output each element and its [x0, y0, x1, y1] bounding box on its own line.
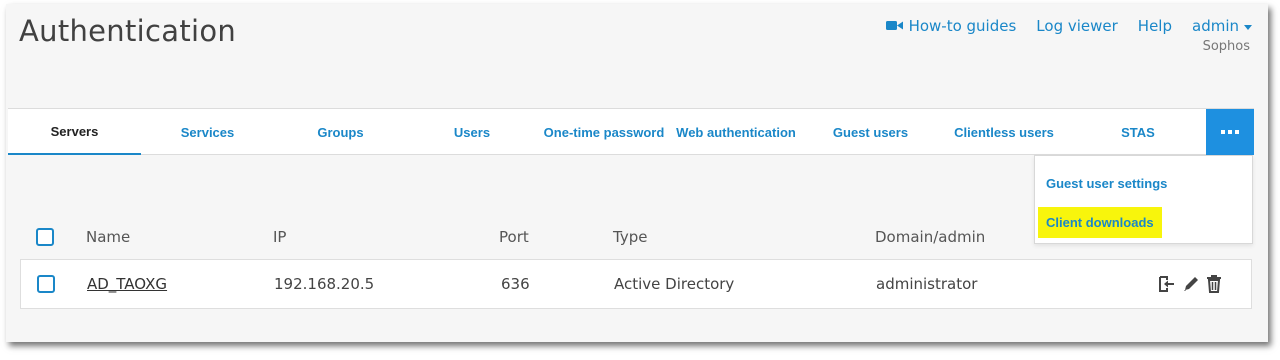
tab-stas[interactable]: STAS [1072, 109, 1204, 155]
tab-users[interactable]: Users [407, 109, 537, 155]
tab-guest-users[interactable]: Guest users [805, 109, 936, 155]
tab-servers[interactable]: Servers [8, 109, 141, 155]
server-type: Active Directory [614, 275, 735, 293]
menu-item-guest-user-settings[interactable]: Guest user settings [1038, 168, 1175, 199]
more-tabs-dropdown: Guest user settings Client downloads [1034, 155, 1253, 244]
table-row: AD_TAOXG 192.168.20.5 636 Active Directo… [20, 259, 1252, 309]
ellipsis-dot [1235, 130, 1239, 134]
video-camera-icon [885, 17, 903, 35]
edit-icon[interactable] [1181, 274, 1201, 294]
server-port: 636 [501, 275, 530, 293]
tab-clientless-users[interactable]: Clientless users [938, 109, 1070, 155]
select-all-checkbox[interactable] [36, 228, 54, 246]
column-header-domain-admin: Domain/admin [875, 228, 986, 246]
help-link[interactable]: Help [1138, 17, 1172, 35]
ellipsis-icon [1221, 130, 1225, 134]
top-nav: How-to guides Log viewer Help admin [885, 17, 1252, 35]
tab-one-time-password[interactable]: One-time password [541, 109, 667, 155]
column-header-port: Port [499, 228, 529, 246]
tab-bar: Servers Services Groups Users One-time p… [8, 108, 1254, 155]
row-actions [1157, 274, 1223, 294]
tab-groups[interactable]: Groups [274, 109, 407, 155]
log-viewer-link[interactable]: Log viewer [1036, 17, 1118, 35]
organization-name: Sophos [1202, 39, 1250, 54]
server-domain-admin: administrator [876, 275, 978, 293]
delete-icon[interactable] [1205, 274, 1223, 294]
column-header-type: Type [613, 228, 648, 246]
test-connection-icon[interactable] [1157, 274, 1177, 294]
user-name: admin [1192, 17, 1239, 35]
tab-web-authentication[interactable]: Web authentication [670, 109, 802, 155]
server-ip: 192.168.20.5 [274, 275, 375, 293]
tab-services[interactable]: Services [141, 109, 274, 155]
howto-guides-link[interactable]: How-to guides [885, 17, 1017, 35]
ellipsis-dot [1228, 130, 1232, 134]
row-checkbox[interactable] [37, 275, 55, 293]
server-name-link[interactable]: AD_TAOXG [87, 275, 167, 293]
howto-guides-label: How-to guides [908, 17, 1017, 35]
column-header-ip: IP [273, 228, 287, 246]
more-tabs-button[interactable] [1206, 109, 1254, 155]
column-header-name: Name [86, 228, 131, 246]
page-title: Authentication [19, 14, 237, 48]
app-window: Authentication How-to guides Log viewer … [6, 4, 1268, 342]
caret-down-icon [1244, 24, 1252, 30]
menu-item-client-downloads[interactable]: Client downloads [1038, 207, 1162, 238]
user-menu[interactable]: admin [1192, 17, 1252, 35]
